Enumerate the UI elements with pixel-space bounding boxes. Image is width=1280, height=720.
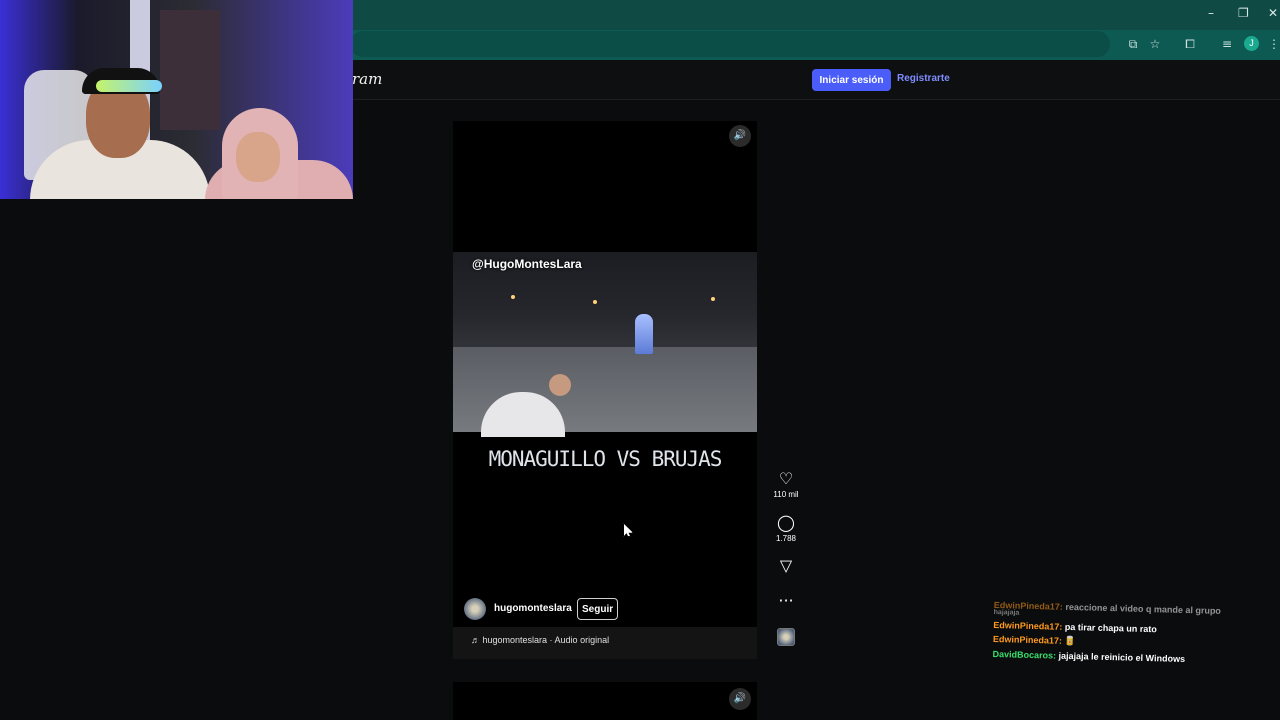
chat-message: DavidBocaros: jajajaja le reinicio el Wi… <box>992 649 1262 666</box>
background-shelf <box>160 10 220 130</box>
audio-thumbnail[interactable] <box>777 628 795 646</box>
distant-light <box>511 295 515 299</box>
more-action[interactable]: ··· <box>770 592 802 610</box>
share-action[interactable]: ▽ <box>770 557 802 575</box>
media-icon[interactable]: ≡ <box>1219 36 1235 52</box>
star-icon[interactable]: ☆ <box>1147 36 1163 52</box>
audio-label[interactable]: ♬ hugomonteslara · Audio original <box>471 635 609 645</box>
volume-icon[interactable]: 🔊 <box>729 688 751 710</box>
comment-action[interactable]: ◯ 1.788 <box>770 514 802 544</box>
chat-username: EdwinPineda17: <box>993 619 1063 632</box>
like-action[interactable]: ♡ 110 mil <box>770 470 802 500</box>
follow-button[interactable]: Seguir <box>577 598 619 620</box>
altar-boy-head <box>549 374 571 396</box>
chat-text: pa tirar chapa un rato <box>1064 621 1157 635</box>
chat-text: jajajaja le reinicio el Windows <box>1058 650 1186 665</box>
comment-icon[interactable]: ◯ <box>770 514 802 532</box>
author-avatar[interactable] <box>464 598 486 620</box>
witch-figure <box>635 314 653 354</box>
address-bar[interactable] <box>350 31 1110 57</box>
chat-username: EdwinPineda17: <box>992 633 1063 646</box>
brand-logo[interactable]: ram <box>352 70 382 88</box>
menu-icon[interactable]: ⋮ <box>1266 36 1280 52</box>
heart-icon[interactable]: ♡ <box>770 470 802 488</box>
next-reel[interactable]: 🔊 <box>453 682 757 720</box>
guest-face <box>236 132 280 182</box>
chat-username: DavidBocaros: <box>992 648 1057 661</box>
stream-chat: EdwinPineda17: reaccione al video q mand… <box>992 600 1264 670</box>
comment-count: 1.788 <box>775 534 797 543</box>
close-button[interactable]: ✕ <box>1268 6 1278 20</box>
extensions-icon[interactable]: ⧠ <box>1182 36 1198 52</box>
streamer-glasses <box>96 80 162 92</box>
chat-message: EdwinPineda17: reaccione al video q mand… <box>994 600 1264 623</box>
profile-avatar[interactable]: J <box>1244 36 1259 51</box>
volume-icon[interactable]: 🔊 <box>729 125 751 147</box>
video-watermark: @HugoMontesLara <box>472 257 582 271</box>
video-caption: MONAGUILLO VS BRUJAS <box>488 447 723 471</box>
like-count: 110 mil <box>773 490 799 499</box>
install-icon[interactable]: ⧉ <box>1125 36 1141 52</box>
webcam-overlay <box>0 0 353 199</box>
distant-light <box>711 297 715 301</box>
more-icon[interactable]: ··· <box>770 592 802 610</box>
author-name[interactable]: hugomonteslara <box>494 603 572 614</box>
minimize-button[interactable]: – <box>1208 6 1214 20</box>
login-button[interactable]: Iniciar sesión <box>812 69 891 91</box>
video-frame <box>453 252 757 437</box>
restore-button[interactable]: ❐ <box>1238 6 1249 20</box>
reel-video[interactable]: 🔊 @HugoMontesLara MONAGUILLO VS BRUJAS h… <box>453 121 757 659</box>
chat-text: 🥫 <box>1064 635 1076 647</box>
signup-link[interactable]: Registrarte <box>897 73 950 84</box>
send-icon[interactable]: ▽ <box>770 557 802 575</box>
distant-light <box>593 300 597 304</box>
